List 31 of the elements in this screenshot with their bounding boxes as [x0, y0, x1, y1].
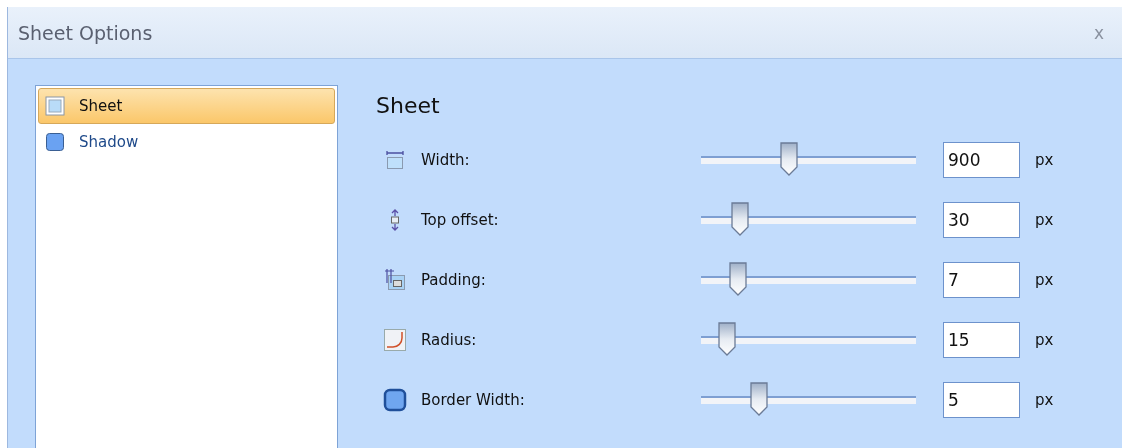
- slider-thumb[interactable]: [779, 142, 800, 176]
- setting-label: Width:: [421, 151, 471, 169]
- rounded-square-icon: [383, 388, 407, 412]
- width-icon: [384, 149, 406, 171]
- slider-thumb[interactable]: [716, 322, 737, 356]
- square-icon: [45, 96, 65, 116]
- value-field[interactable]: 900: [943, 142, 1020, 178]
- unit-label: px: [1035, 271, 1054, 289]
- sidebar-item[interactable]: Shadow: [38, 124, 335, 160]
- slider-thumb[interactable]: [749, 382, 770, 416]
- value-field[interactable]: 15: [943, 322, 1020, 358]
- unit-label: px: [1035, 331, 1054, 349]
- unit-label: px: [1035, 211, 1054, 229]
- slider-thumb[interactable]: [727, 262, 748, 296]
- value-field[interactable]: 5: [943, 382, 1020, 418]
- unit-label: px: [1035, 391, 1054, 409]
- slider-thumb[interactable]: [729, 202, 750, 236]
- value-field[interactable]: 30: [943, 202, 1020, 238]
- square-icon: [45, 132, 65, 152]
- sidebar-item[interactable]: Sheet: [38, 88, 335, 124]
- setting-label: Radius:: [421, 331, 478, 349]
- window-title: Sheet Options: [18, 21, 153, 44]
- setting-label: Border Width:: [421, 391, 526, 409]
- padding-icon: [383, 268, 407, 292]
- section-heading: Sheet: [376, 93, 441, 118]
- value-field[interactable]: 7: [943, 262, 1020, 298]
- rounded-corner-icon: [383, 328, 407, 352]
- setting-label: Padding:: [421, 271, 487, 289]
- unit-label: px: [1035, 151, 1054, 169]
- vertical-arrows-icon: [388, 209, 402, 231]
- setting-label: Top offset:: [421, 211, 500, 229]
